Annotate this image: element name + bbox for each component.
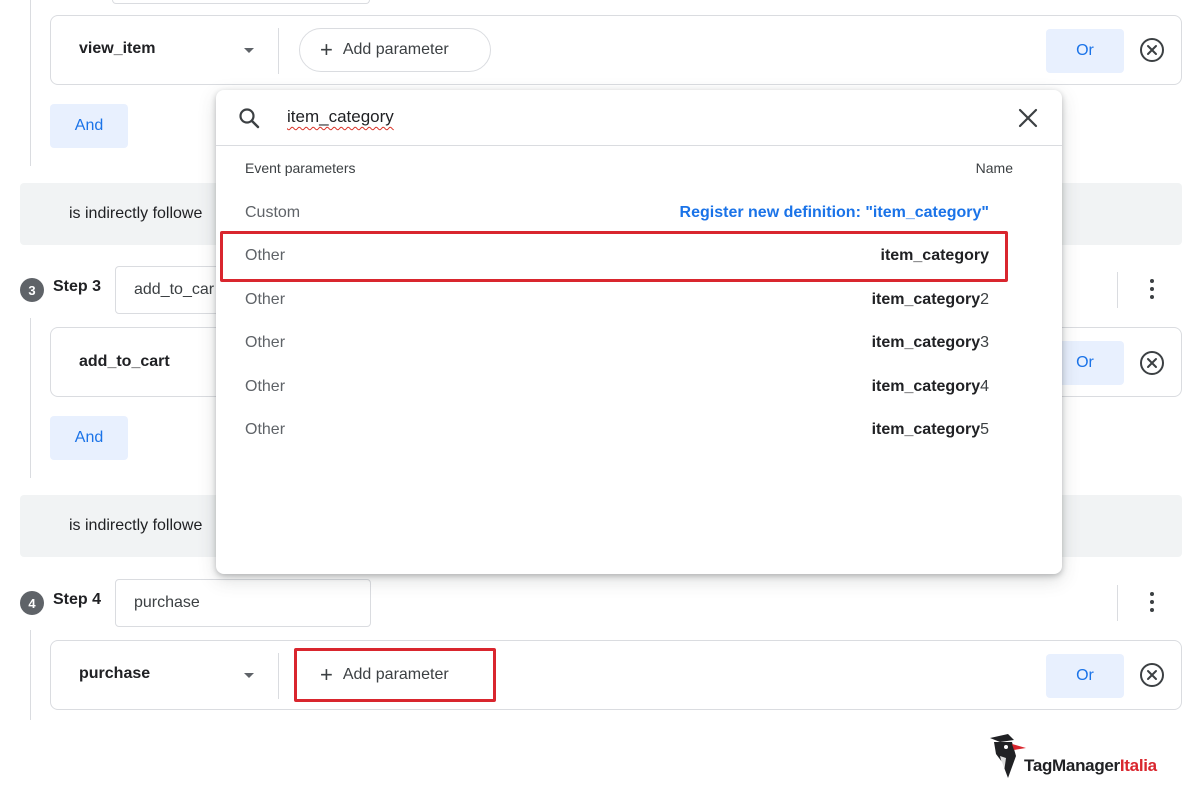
- chevron-down-icon[interactable]: [244, 48, 254, 53]
- option-category: Custom: [245, 204, 301, 221]
- step2-event-card: view_item + Add parameter Or: [50, 15, 1182, 85]
- brand-part1: TagManager: [1024, 756, 1120, 775]
- or-label: Or: [1076, 667, 1094, 684]
- event-name[interactable]: add_to_cart: [79, 353, 170, 371]
- option-name: item_category3: [871, 334, 989, 351]
- step4-row: 4 Step 4 purchase: [20, 579, 1182, 627]
- parameter-search-bar: item_category: [216, 90, 1062, 146]
- option-category: Other: [245, 334, 286, 351]
- or-label: Or: [1076, 42, 1094, 59]
- option-name: item_category5: [871, 421, 989, 438]
- list-item[interactable]: Other item_category4: [245, 376, 989, 400]
- step-label: Step 4: [53, 591, 102, 608]
- option-name: item_category2: [871, 291, 989, 308]
- and-label: And: [74, 117, 104, 134]
- header-event-parameters: Event parameters: [245, 160, 356, 176]
- option-name: item_category: [880, 247, 990, 264]
- step-connector-line: [30, 0, 31, 166]
- step-name-input[interactable]: purchase: [115, 579, 371, 627]
- brand-wordmark: TagManagerItalia: [1024, 756, 1157, 776]
- remove-circle-icon[interactable]: [1139, 662, 1165, 688]
- option-category: Other: [245, 247, 286, 264]
- parameter-picker-popup: item_category Event parameters Name Cust…: [216, 90, 1062, 574]
- bird-logo-icon: [990, 734, 1026, 778]
- add-parameter-button[interactable]: + Add parameter: [299, 653, 491, 697]
- list-item[interactable]: Other item_category2: [245, 289, 989, 313]
- and-button[interactable]: And: [50, 104, 128, 148]
- more-vert-icon[interactable]: [1142, 276, 1162, 302]
- option-category: Other: [245, 421, 286, 438]
- option-category: Other: [245, 378, 286, 395]
- or-button[interactable]: Or: [1046, 654, 1124, 698]
- step2-input[interactable]: [112, 0, 370, 4]
- add-parameter-button[interactable]: + Add parameter: [299, 28, 491, 72]
- step-connector-line: [30, 630, 31, 720]
- and-label: And: [74, 429, 104, 446]
- search-icon: [239, 108, 260, 129]
- more-vert-icon[interactable]: [1142, 589, 1162, 615]
- list-item[interactable]: Other item_category5: [245, 419, 989, 443]
- sequence-condition-text: is indirectly followe: [69, 205, 203, 222]
- divider: [1117, 585, 1118, 621]
- divider: [1117, 272, 1118, 308]
- step-number-badge: 3: [20, 278, 44, 302]
- chevron-down-icon[interactable]: [244, 673, 254, 678]
- or-button[interactable]: Or: [1046, 29, 1124, 73]
- parameter-search-input[interactable]: item_category: [287, 107, 394, 127]
- close-icon[interactable]: [1017, 107, 1039, 129]
- step-label: Step 3: [53, 278, 102, 295]
- add-parameter-label: Add parameter: [342, 41, 449, 58]
- list-item[interactable]: Custom Register new definition: "item_ca…: [245, 202, 989, 226]
- card-divider: [278, 28, 279, 74]
- remove-circle-icon[interactable]: [1139, 37, 1165, 63]
- register-definition-link[interactable]: Register new definition: "item_category": [680, 204, 989, 222]
- remove-circle-icon[interactable]: [1139, 350, 1165, 376]
- header-name: Name: [975, 160, 1013, 176]
- option-name: item_category4: [871, 378, 989, 395]
- list-header: Event parameters Name: [245, 160, 1013, 176]
- plus-icon: +: [320, 37, 333, 62]
- list-item[interactable]: Other item_category: [245, 245, 989, 269]
- step-connector-line: [30, 318, 31, 478]
- list-item[interactable]: Other item_category3: [245, 332, 989, 356]
- and-button[interactable]: And: [50, 416, 128, 460]
- option-category: Other: [245, 291, 286, 308]
- plus-icon: +: [320, 662, 333, 687]
- add-parameter-label: Add parameter: [342, 666, 449, 683]
- step-number-badge: 4: [20, 591, 44, 615]
- or-label: Or: [1076, 354, 1094, 371]
- brand-logo: TagManagerItalia: [984, 730, 1184, 786]
- event-name[interactable]: purchase: [79, 665, 150, 683]
- sequence-condition-text: is indirectly followe: [69, 517, 203, 534]
- card-divider: [278, 653, 279, 699]
- event-name[interactable]: view_item: [79, 40, 155, 58]
- step4-event-card: purchase + Add parameter Or: [50, 640, 1182, 710]
- brand-part2: Italia: [1119, 756, 1157, 775]
